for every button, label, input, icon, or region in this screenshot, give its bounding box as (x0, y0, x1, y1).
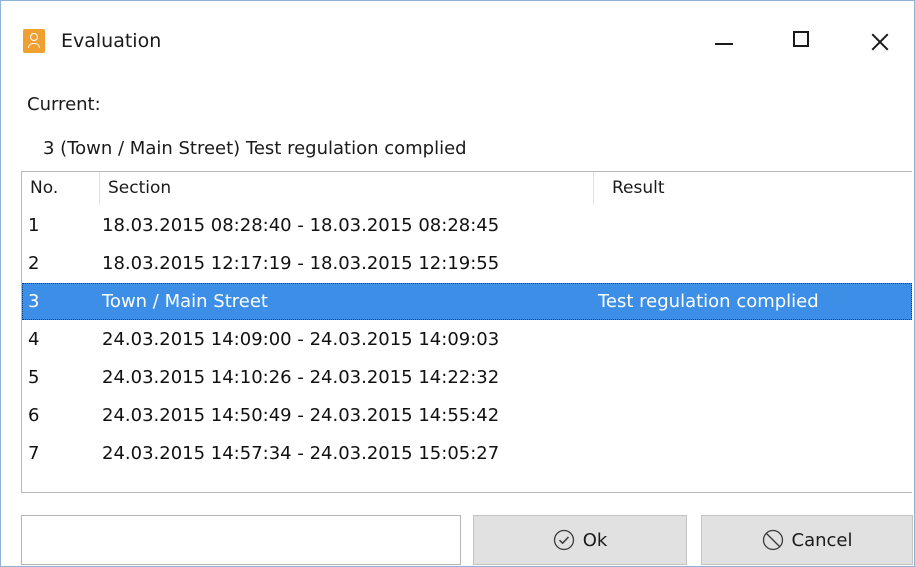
maximize-button[interactable] (769, 15, 835, 67)
check-circle-icon (553, 529, 575, 551)
cancel-button[interactable]: Cancel (701, 515, 913, 565)
row-section: 24.03.2015 14:50:49 - 24.03.2015 14:55:4… (102, 405, 500, 426)
table-row[interactable]: 5 24.03.2015 14:10:26 - 24.03.2015 14:22… (22, 359, 912, 396)
table-row[interactable]: 1 18.03.2015 08:28:40 - 18.03.2015 08:28… (22, 207, 912, 244)
minimize-button[interactable] (691, 15, 757, 67)
row-result: Test regulation complied (598, 291, 819, 312)
row-section: 24.03.2015 14:57:34 - 24.03.2015 15:05:2… (102, 443, 500, 464)
row-no: 1 (28, 215, 40, 236)
row-no: 4 (28, 329, 40, 350)
close-button[interactable] (847, 15, 913, 67)
row-section: 18.03.2015 08:28:40 - 18.03.2015 08:28:4… (102, 215, 500, 236)
row-section: 24.03.2015 14:10:26 - 24.03.2015 14:22:3… (102, 367, 500, 388)
row-no: 5 (28, 367, 40, 388)
window-title: Evaluation (61, 30, 162, 52)
row-no: 6 (28, 405, 40, 426)
table-row[interactable]: 4 24.03.2015 14:09:00 - 24.03.2015 14:09… (22, 321, 912, 358)
row-section: 24.03.2015 14:09:00 - 24.03.2015 14:09:0… (102, 329, 500, 350)
row-no: 2 (28, 253, 40, 274)
table-row[interactable]: 6 24.03.2015 14:50:49 - 24.03.2015 14:55… (22, 397, 912, 434)
row-section: 18.03.2015 12:17:19 - 18.03.2015 12:19:5… (102, 253, 500, 274)
table-row[interactable]: 2 18.03.2015 12:17:19 - 18.03.2015 12:19… (22, 245, 912, 282)
ok-button-label: Ok (582, 529, 608, 551)
sections-list[interactable]: No. Section Result 1 18.03.2015 08:28:40… (21, 171, 912, 493)
ban-circle-icon (762, 529, 784, 551)
row-no: 3 (28, 291, 40, 312)
ok-button[interactable]: Ok (473, 515, 687, 565)
title-bar[interactable]: Evaluation (1, 1, 914, 81)
footer-text-field[interactable] (21, 515, 461, 565)
row-no: 7 (28, 443, 40, 464)
row-section: Town / Main Street (102, 291, 268, 312)
table-row-selected[interactable]: 3 Town / Main Street Test regulation com… (22, 283, 912, 320)
cancel-button-label: Cancel (791, 529, 853, 551)
column-header-result[interactable]: Result (594, 172, 912, 205)
column-header-no[interactable]: No. (22, 172, 100, 205)
table-row[interactable]: 7 24.03.2015 14:57:34 - 24.03.2015 15:05… (22, 435, 912, 472)
current-label: Current: (27, 94, 101, 115)
column-header-section[interactable]: Section (100, 172, 594, 205)
list-header: No. Section Result (22, 172, 912, 205)
evaluation-app-icon (23, 29, 45, 53)
current-value: 3 (Town / Main Street) Test regulation c… (43, 138, 467, 159)
evaluation-dialog: Evaluation Current: 3 (Town / Main Stree… (0, 0, 915, 567)
